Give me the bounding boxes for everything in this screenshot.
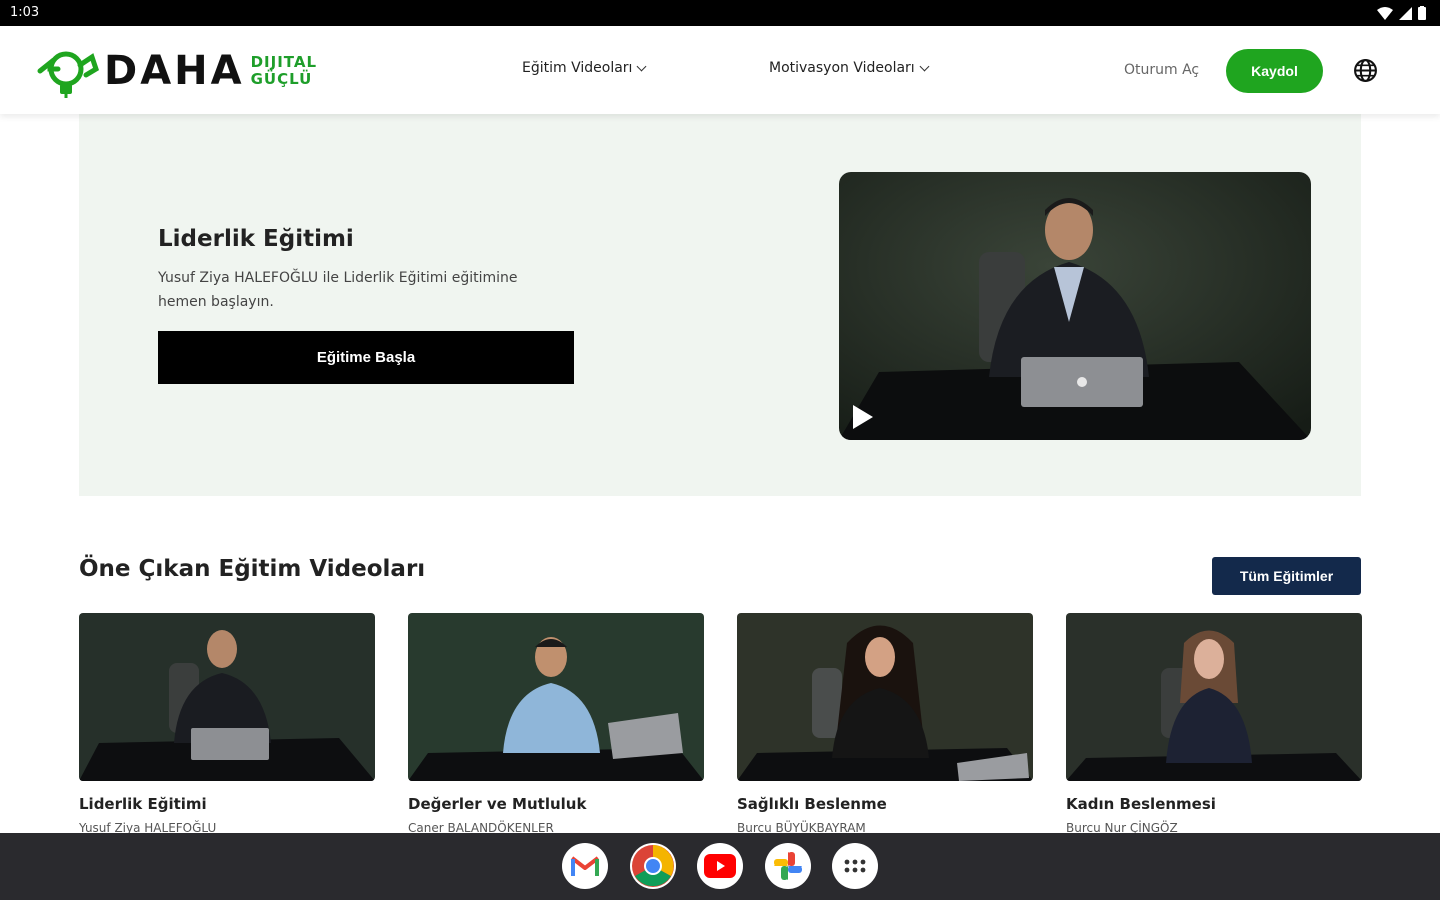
system-icons [1377, 6, 1426, 20]
course-thumbnail-image [408, 613, 704, 781]
play-icon[interactable] [851, 404, 875, 430]
app-drawer-icon[interactable] [832, 843, 878, 889]
course-title[interactable]: Değerler ve Mutluluk [408, 795, 704, 813]
signal-icon [1399, 6, 1412, 20]
course-thumbnail-image [79, 613, 375, 781]
brand-subtitle: DIJITAL GÜÇLÜ [251, 54, 317, 88]
hero-video-player[interactable] [839, 172, 1311, 440]
chrome-icon[interactable] [630, 843, 676, 889]
course-thumbnail-image [1066, 613, 1362, 781]
course-title[interactable]: Liderlik Eğitimi [79, 795, 375, 813]
chevron-down-icon [919, 61, 930, 71]
youtube-icon[interactable] [697, 843, 743, 889]
login-link[interactable]: Oturum Aç [1124, 62, 1199, 78]
site-header: DAHA DIJITAL GÜÇLÜ Eğitim Videoları Moti… [0, 26, 1440, 114]
featured-cards: Liderlik Eğitimi Yusuf Ziya HALEFOĞLU De… [79, 613, 1362, 835]
gmail-icon[interactable] [562, 843, 608, 889]
chevron-down-icon [636, 61, 647, 71]
brand-sub-line1: DIJITAL [250, 53, 318, 71]
course-card[interactable]: Sağlıklı Beslenme Burcu BÜYÜKBAYRAM [737, 613, 1033, 835]
course-thumbnail[interactable] [1066, 613, 1362, 781]
wifi-icon [1377, 6, 1393, 20]
course-card[interactable]: Değerler ve Mutluluk Caner BALANDÖKENLER [408, 613, 704, 835]
brand-logo[interactable]: DAHA DIJITAL GÜÇLÜ [36, 42, 317, 100]
nav-label: Motivasyon Videoları [769, 60, 915, 76]
featured-section-title: Öne Çıkan Eğitim Videoları [79, 556, 426, 582]
nav-egitim-videolari[interactable]: Eğitim Videoları [522, 60, 647, 76]
course-thumbnail[interactable] [737, 613, 1033, 781]
hero-description: Yusuf Ziya HALEFOĞLU ile Liderlik Eğitim… [158, 270, 518, 310]
start-training-button[interactable]: Eğitime Başla [158, 331, 574, 384]
taskbar [0, 833, 1440, 900]
photos-icon[interactable] [765, 843, 811, 889]
brand-sub-line2: GÜÇLÜ [250, 70, 313, 88]
course-thumbnail[interactable] [79, 613, 375, 781]
clock: 1:03 [10, 5, 40, 20]
course-title[interactable]: Sağlıklı Beslenme [737, 795, 1033, 813]
battery-icon [1418, 6, 1426, 20]
brand-name: DAHA [104, 48, 245, 94]
course-card[interactable]: Liderlik Eğitimi Yusuf Ziya HALEFOĞLU [79, 613, 375, 835]
nav-motivasyon-videolari[interactable]: Motivasyon Videoları [769, 60, 930, 76]
course-title[interactable]: Kadın Beslenmesi [1066, 795, 1362, 813]
status-bar: 1:03 [0, 0, 1440, 26]
nav-label: Eğitim Videoları [522, 60, 633, 76]
globe-icon[interactable] [1353, 58, 1378, 83]
hero-video-thumbnail [839, 172, 1311, 440]
all-trainings-button[interactable]: Tüm Eğitimler [1212, 557, 1361, 595]
signup-button[interactable]: Kaydol [1226, 49, 1323, 93]
bulb-logo-icon [37, 51, 100, 98]
course-thumbnail-image [737, 613, 1033, 781]
hero-banner: Liderlik Eğitimi Yusuf Ziya HALEFOĞLU il… [79, 114, 1361, 496]
course-thumbnail[interactable] [408, 613, 704, 781]
course-card[interactable]: Kadın Beslenmesi Burcu Nur ÇİNGÖZ [1066, 613, 1362, 835]
hero-title: Liderlik Eğitimi [158, 226, 354, 252]
